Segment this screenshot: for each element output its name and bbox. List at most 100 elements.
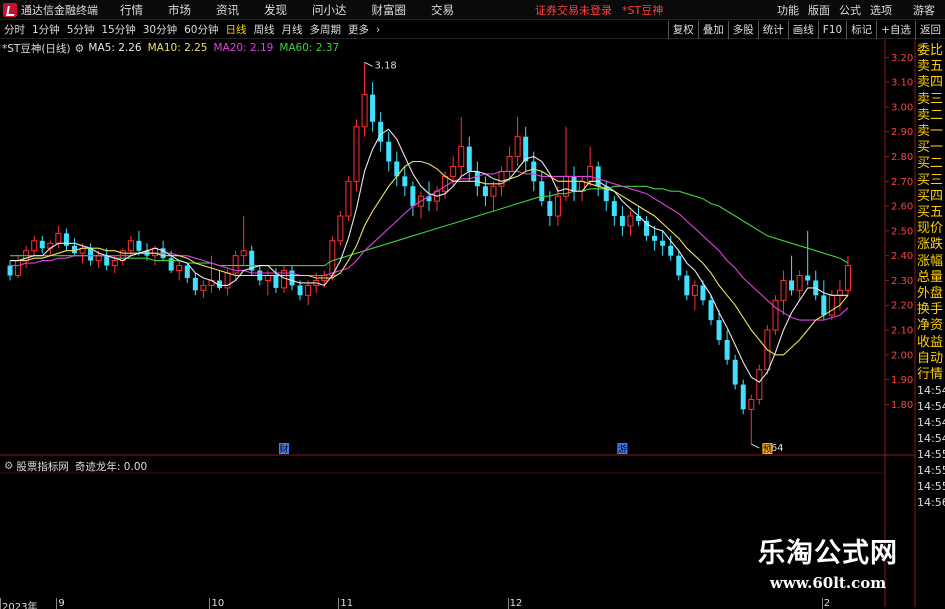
menu-options[interactable]: 选项	[870, 2, 892, 18]
menu-item-quotes[interactable]: 行情	[120, 2, 143, 18]
candle-body	[482, 186, 488, 197]
candle-body	[273, 275, 279, 288]
sidebar-field: 买一	[917, 140, 944, 156]
candle-body	[458, 146, 465, 167]
multi-stock-button[interactable]: 多股	[727, 21, 758, 39]
y-tick-label: 2.20	[891, 301, 913, 312]
ma-legend: *ST豆神(日线) ⚙ MA5: 2.26 MA10: 2.25 MA20: 2…	[2, 41, 345, 55]
overlay-button[interactable]: 叠加	[697, 21, 728, 39]
candle-body	[587, 165, 594, 182]
stats-button[interactable]: 统计	[757, 21, 788, 39]
ma5-label: MA5: 2.26	[88, 42, 142, 54]
candle-body	[152, 247, 159, 257]
period-15min[interactable]: 15分钟	[101, 22, 135, 37]
menu-item-ask[interactable]: 问小达	[312, 2, 347, 18]
period-1min[interactable]: 1分钟	[32, 22, 60, 37]
period-60min[interactable]: 60分钟	[184, 22, 218, 37]
period-monthly[interactable]: 月线	[282, 22, 303, 37]
adjust-button[interactable]: 复权	[667, 21, 698, 39]
mark-button[interactable]: 标记	[846, 21, 876, 39]
sidebar-field: 换手	[917, 302, 944, 318]
gear-icon[interactable]: ⚙	[75, 42, 85, 55]
menu-layout[interactable]: 版面	[808, 2, 830, 18]
sidebar-field: 买四	[917, 188, 944, 204]
sidebar-field: 涨跌	[917, 237, 944, 253]
menu-item-news[interactable]: 资讯	[216, 2, 239, 18]
chevron-right-icon[interactable]: ›	[376, 24, 380, 36]
period-weekly[interactable]: 周线	[254, 22, 275, 37]
sidebar-field: 卖一	[917, 124, 944, 140]
ma10-label: MA10: 2.25	[147, 42, 208, 54]
sidebar-field: 买五	[917, 205, 944, 221]
chart-code: *ST豆神(日线)	[2, 42, 71, 55]
period-timeshare[interactable]: 分时	[4, 22, 25, 37]
date-tick	[507, 598, 509, 609]
candle-body	[780, 279, 787, 301]
menu-function[interactable]: 功能	[777, 2, 799, 18]
candle-body	[345, 180, 352, 217]
back-button[interactable]: 返回	[915, 21, 945, 39]
ma20-label: MA20: 2.19	[213, 42, 274, 54]
sidebar-field: 买二	[917, 156, 944, 172]
candle-body	[176, 265, 183, 272]
candle-body	[410, 186, 416, 207]
tick-time: 14:56	[917, 496, 945, 510]
candle-body	[756, 369, 763, 400]
quote-sidebar: 委比 卖五 卖四 卖三 卖二 卖一 买一 买二 买三 买四 买五 现价 涨跌 涨幅 总量 外盘 换手 净资 收益 自动…	[917, 43, 945, 511]
menu-item-market[interactable]: 市场	[168, 2, 191, 18]
candle-body	[450, 165, 457, 177]
f10-button[interactable]: F10	[817, 21, 846, 39]
add-watchlist-button[interactable]: +自选	[876, 21, 915, 39]
candle-body	[844, 265, 851, 291]
sidebar-field: 收益	[917, 334, 944, 350]
event-marker-label: 游	[618, 443, 627, 455]
date-label: 9	[58, 598, 65, 609]
tick-time: 14:55	[917, 464, 945, 478]
tick-time: 14:54	[917, 432, 945, 446]
y-tick-label: 3.10	[891, 78, 913, 89]
guest-login[interactable]: 游客	[913, 2, 935, 18]
period-more[interactable]: 更多	[348, 22, 369, 37]
login-status[interactable]: 证券交易未登录	[535, 2, 612, 18]
candle-body	[55, 232, 62, 244]
date-label: 10	[211, 598, 225, 609]
period-30min[interactable]: 30分钟	[143, 22, 177, 37]
candle-body	[39, 240, 45, 249]
date-label: 11	[340, 598, 354, 609]
y-tick-label: 3.00	[891, 102, 913, 113]
candle-body	[748, 398, 755, 410]
candle-body	[466, 146, 472, 172]
candle-body	[506, 156, 513, 172]
candle-body	[627, 215, 634, 227]
watermark: 乐淘公式网 www.60lt.com	[738, 531, 918, 592]
ma60-label: MA60: 2.37	[279, 42, 340, 54]
high-label: 3.18	[375, 60, 397, 71]
kline-chart[interactable]: 3.20 3.10 3.00 2.90 2.80 2.70 2.60 2.50 2.40 2.30…	[0, 39, 945, 609]
period-5min[interactable]: 5分钟	[67, 22, 95, 37]
menu-item-wealth[interactable]: 财富圈	[372, 2, 407, 18]
ma5-line	[10, 128, 848, 383]
y-tick-label: 2.70	[891, 177, 913, 188]
date-tick	[209, 598, 211, 609]
candle-body	[7, 265, 13, 276]
period-multi[interactable]: 多周期	[310, 22, 342, 37]
menu-item-discover[interactable]: 发现	[264, 2, 287, 18]
app-title: 通达信金融终端	[21, 3, 98, 17]
gear-icon[interactable]: ⚙	[4, 460, 13, 472]
candle-body	[88, 248, 94, 261]
date-tick	[338, 598, 340, 609]
candle-body	[539, 181, 545, 202]
menu-item-trade[interactable]: 交易	[431, 2, 454, 18]
sidebar-field: 委比	[917, 43, 944, 58]
candle-body	[700, 285, 706, 301]
candle-body	[514, 136, 521, 158]
candle-body	[361, 94, 368, 128]
candle-body	[104, 255, 110, 266]
period-daily[interactable]: 日线	[226, 22, 247, 37]
y-tick-label: 3.20	[891, 53, 913, 64]
candle-body	[531, 161, 537, 182]
candle-body	[31, 240, 38, 252]
menu-formula[interactable]: 公式	[839, 2, 861, 18]
candle-body	[264, 275, 271, 281]
draw-button[interactable]: 画线	[787, 21, 818, 39]
